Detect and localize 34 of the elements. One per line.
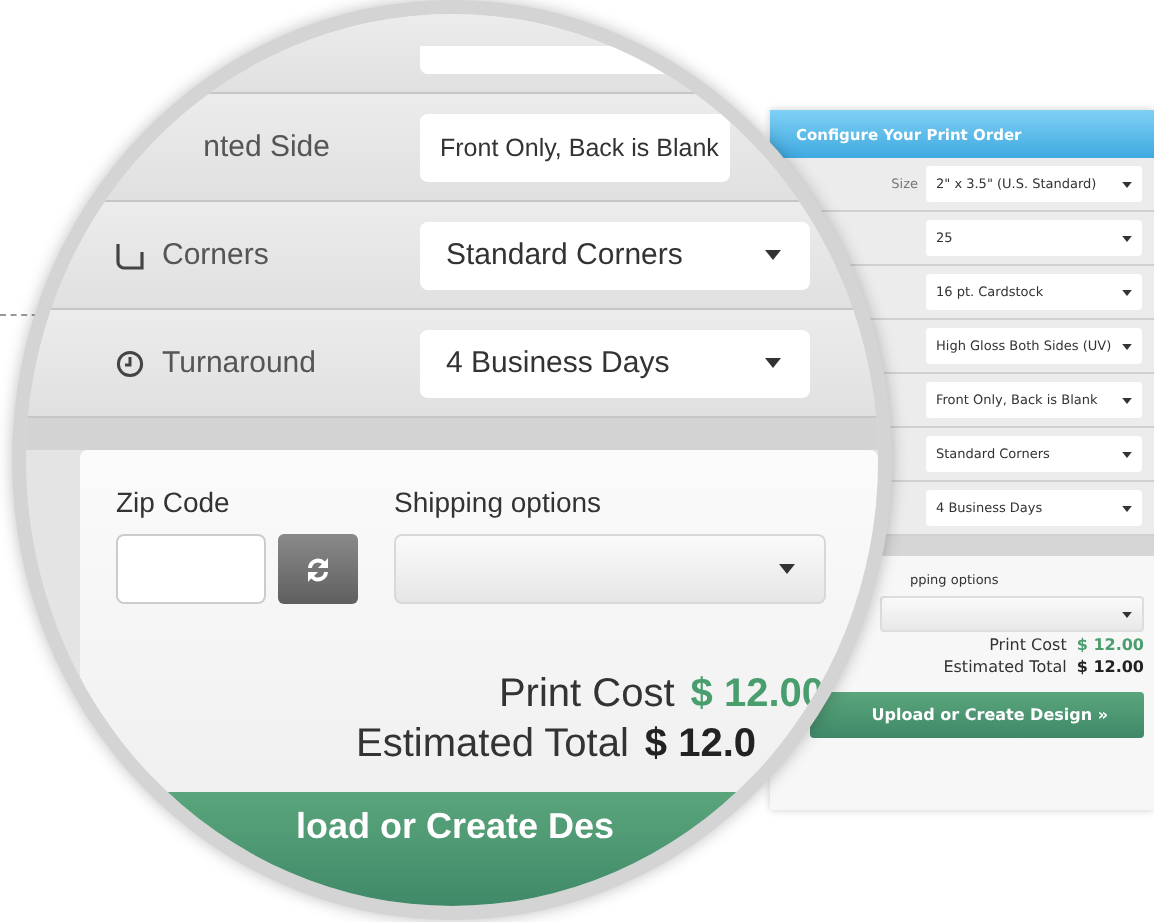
select-field[interactable]: Standard Corners — [420, 221, 810, 289]
caret-icon — [1122, 235, 1132, 241]
zip-code-label: Zip Code — [116, 486, 232, 518]
caret-icon — [1122, 505, 1132, 511]
caret-icon — [778, 564, 796, 574]
refresh-button[interactable] — [278, 534, 358, 604]
caret-icon — [764, 358, 782, 368]
caret-icon — [1122, 451, 1132, 457]
estimated-total-value: $ 12.00 — [1076, 658, 1144, 676]
print-cost-label: Print Cost — [498, 672, 675, 718]
caret-icon — [1122, 181, 1132, 187]
shipping-select[interactable] — [394, 534, 826, 604]
estimated-total-label: Estimated Total — [356, 722, 629, 768]
print-cost-value: $ 12.00 — [1076, 636, 1144, 654]
caret-icon — [1122, 611, 1132, 617]
select-field[interactable]: Front Only, Back is Blank — [420, 113, 731, 181]
upload-design-button[interactable]: Upload or Create Design » — [810, 692, 1144, 738]
estimated-total-label: Estimated Total — [943, 658, 1067, 676]
option-label: Turnaround — [162, 346, 316, 380]
corner-icon — [116, 241, 144, 269]
zip-code-field[interactable] — [116, 534, 266, 604]
clock-icon — [116, 349, 144, 377]
caret-icon — [1122, 343, 1132, 349]
caret-icon — [764, 250, 782, 260]
caret-icon — [1122, 397, 1132, 403]
shipping-label: Shipping options — [394, 486, 604, 518]
shipping-select[interactable] — [880, 596, 1144, 632]
caret-icon — [1122, 289, 1132, 295]
select-field[interactable]: 4 Business Days — [420, 329, 810, 397]
option-label: nted Side — [203, 130, 330, 164]
estimated-total-value: $ 12.0 — [644, 722, 756, 768]
print-cost-label: Print Cost — [989, 636, 1067, 654]
refresh-icon — [302, 553, 334, 585]
option-label: Corners — [162, 238, 269, 272]
